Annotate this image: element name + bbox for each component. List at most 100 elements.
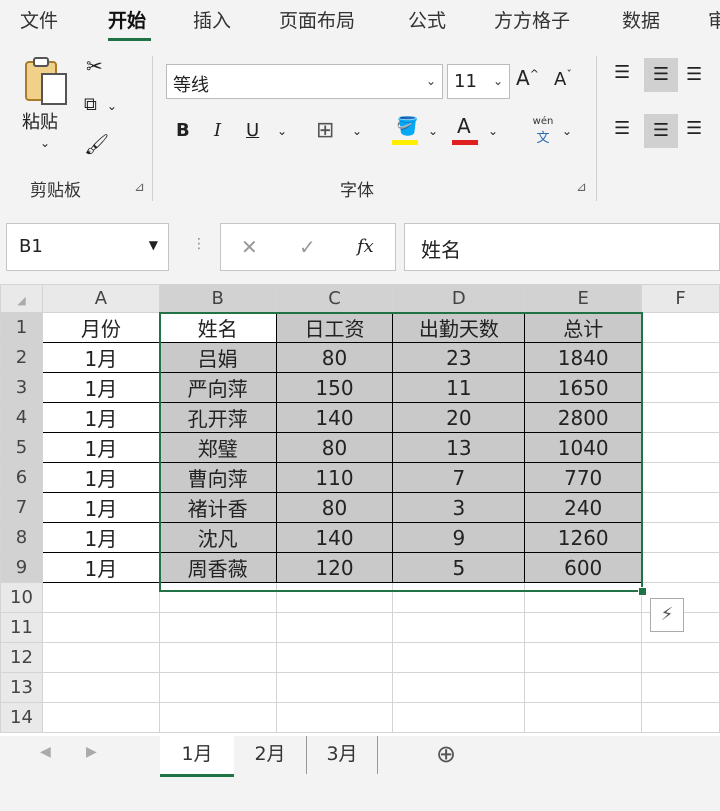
align-left-icon[interactable]: ☰ — [614, 118, 630, 139]
cell[interactable] — [158, 612, 277, 643]
cell[interactable]: 80 — [275, 342, 394, 373]
cell[interactable]: 150 — [275, 372, 394, 403]
cell[interactable]: 1月 — [41, 432, 160, 463]
row-header[interactable]: 10 — [0, 582, 43, 613]
cell[interactable]: 1月 — [41, 462, 160, 493]
cell[interactable] — [275, 582, 394, 613]
tab-formulas[interactable]: 公式 — [408, 6, 446, 33]
cell[interactable]: 总计 — [524, 312, 643, 343]
cell[interactable]: 7 — [392, 462, 526, 493]
cell[interactable]: 月份 — [41, 312, 160, 343]
fill-handle[interactable] — [638, 587, 647, 596]
cell[interactable]: 600 — [524, 552, 643, 583]
cell[interactable]: 沈凡 — [158, 522, 277, 553]
cell[interactable] — [524, 612, 643, 643]
align-right-icon[interactable]: ☰ — [686, 118, 702, 139]
italic-button[interactable]: I — [214, 120, 221, 141]
sheet-tab-3[interactable]: 3月 — [307, 736, 378, 774]
cell[interactable]: 140 — [275, 522, 394, 553]
row-header[interactable]: 13 — [0, 672, 43, 703]
cell[interactable]: 240 — [524, 492, 643, 523]
font-launcher-icon[interactable]: ⊿ — [576, 180, 587, 195]
cell[interactable] — [41, 582, 160, 613]
cell[interactable] — [41, 702, 160, 733]
cell[interactable] — [392, 582, 526, 613]
row-header[interactable]: 2 — [0, 342, 43, 373]
increase-font-button[interactable]: A^ — [516, 66, 539, 90]
cell[interactable]: 吕娟 — [158, 342, 277, 373]
row-header[interactable]: 7 — [0, 492, 43, 523]
column-header-b[interactable]: B — [158, 284, 277, 313]
cell[interactable]: 80 — [275, 432, 394, 463]
cell[interactable] — [641, 492, 720, 523]
column-header-c[interactable]: C — [275, 284, 394, 313]
cell[interactable] — [158, 642, 277, 673]
cell[interactable] — [641, 672, 720, 703]
cell[interactable]: 周香薇 — [158, 552, 277, 583]
cell[interactable]: 11 — [392, 372, 526, 403]
cell[interactable] — [524, 672, 643, 703]
cell[interactable]: 140 — [275, 402, 394, 433]
align-center-icon[interactable]: ☰ — [644, 114, 678, 148]
sheet-tab-1[interactable]: 1月 — [160, 736, 234, 777]
chevron-down-icon[interactable]: ⌄ — [428, 124, 438, 138]
cancel-icon[interactable]: ✕ — [241, 235, 258, 259]
cell[interactable]: 1月 — [41, 522, 160, 553]
cell[interactable] — [275, 702, 394, 733]
row-header[interactable]: 12 — [0, 642, 43, 673]
cell[interactable] — [41, 672, 160, 703]
insert-function-icon[interactable]: fx — [357, 236, 374, 257]
format-painter-icon[interactable]: 🖌 — [84, 132, 109, 156]
cell[interactable]: 1月 — [41, 402, 160, 433]
cell[interactable] — [641, 432, 720, 463]
font-name-select[interactable]: 等线 ⌄ — [166, 64, 443, 99]
cell[interactable] — [524, 642, 643, 673]
cell[interactable]: 5 — [392, 552, 526, 583]
cell[interactable]: 严向萍 — [158, 372, 277, 403]
cell[interactable]: 120 — [275, 552, 394, 583]
column-header-f[interactable]: F — [641, 284, 720, 313]
cell[interactable] — [641, 312, 720, 343]
cell[interactable]: 1260 — [524, 522, 643, 553]
row-header[interactable]: 8 — [0, 522, 43, 553]
underline-button[interactable]: U — [246, 120, 259, 141]
column-header-a[interactable]: A — [41, 284, 160, 313]
cell[interactable] — [524, 702, 643, 733]
cell[interactable] — [641, 552, 720, 583]
cell[interactable] — [641, 402, 720, 433]
row-header[interactable]: 14 — [0, 702, 43, 733]
tab-review[interactable]: 审 — [708, 6, 720, 33]
font-color-button[interactable]: A — [452, 114, 480, 146]
row-header[interactable]: 1 — [0, 312, 43, 343]
confirm-icon[interactable]: ✓ — [299, 235, 316, 259]
cell[interactable] — [524, 582, 643, 613]
cell[interactable] — [158, 702, 277, 733]
tab-page-layout[interactable]: 页面布局 — [279, 6, 355, 33]
cell[interactable] — [641, 372, 720, 403]
tab-data[interactable]: 数据 — [622, 6, 660, 33]
cell[interactable]: 1650 — [524, 372, 643, 403]
cell[interactable]: 日工资 — [275, 312, 394, 343]
cell[interactable] — [641, 702, 720, 733]
name-box[interactable]: B1 ▼ — [6, 223, 169, 271]
chevron-down-icon[interactable]: ⌄ — [277, 124, 287, 138]
cell[interactable]: 3 — [392, 492, 526, 523]
cell[interactable]: 2800 — [524, 402, 643, 433]
cell[interactable]: 770 — [524, 462, 643, 493]
cell[interactable] — [641, 462, 720, 493]
cell[interactable]: 1040 — [524, 432, 643, 463]
tab-home[interactable]: 开始 — [108, 6, 146, 33]
formula-input[interactable]: 姓名 — [404, 223, 720, 271]
cell[interactable] — [158, 672, 277, 703]
cell[interactable]: 80 — [275, 492, 394, 523]
tab-fangfang[interactable]: 方方格子 — [494, 6, 570, 33]
cell[interactable] — [275, 642, 394, 673]
cell[interactable]: 9 — [392, 522, 526, 553]
font-size-select[interactable]: 11 ⌄ — [447, 64, 510, 99]
cell[interactable] — [641, 522, 720, 553]
tab-insert[interactable]: 插入 — [193, 6, 231, 33]
row-header[interactable]: 9 — [0, 552, 43, 583]
cell[interactable]: 13 — [392, 432, 526, 463]
cell[interactable] — [641, 642, 720, 673]
drag-handle-icon[interactable]: ⋮ — [192, 236, 206, 252]
